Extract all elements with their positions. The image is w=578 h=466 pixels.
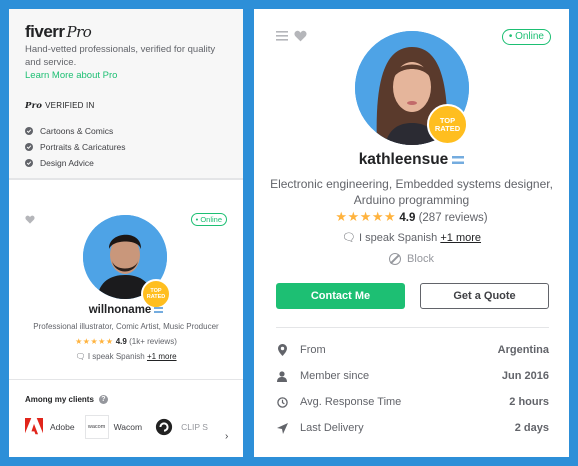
left-panel: fiverr Pro Hand-vetted professionals, ver… bbox=[9, 9, 243, 457]
help-icon[interactable]: ? bbox=[98, 395, 108, 404]
get-a-quote-button[interactable]: Get a Quote bbox=[420, 283, 549, 309]
fiverr-pro-logo: fiverr Pro bbox=[25, 22, 92, 41]
top-rated-badge: TOP RATED bbox=[427, 104, 468, 145]
clients-carousel: Adobe wacom Wacom CLIP S bbox=[25, 415, 218, 439]
check-icon bbox=[25, 159, 33, 167]
verified-item: Design Advice bbox=[25, 158, 94, 168]
client-item: Adobe bbox=[25, 418, 75, 436]
block-button[interactable]: Block bbox=[254, 253, 569, 265]
seller-description: Electronic engineering, Embedded systems… bbox=[270, 177, 553, 207]
online-badge: • Online bbox=[501, 29, 551, 45]
verified-heading: Pro VERIFIED IN bbox=[25, 101, 95, 111]
block-icon bbox=[389, 253, 402, 265]
speech-bubble-icon: 🗨 bbox=[75, 352, 86, 361]
user-icon bbox=[276, 370, 288, 382]
check-icon bbox=[25, 127, 33, 135]
verified-item: Cartoons & Comics bbox=[25, 126, 113, 136]
stat-last-delivery: Last Delivery 2 days bbox=[276, 420, 549, 436]
more-languages-link[interactable]: +1 more bbox=[440, 232, 481, 244]
seller-card-small: • Online TOP RATED willnoname Profession… bbox=[9, 179, 243, 377]
seller-username[interactable]: kathleensue bbox=[254, 151, 569, 169]
star-rating-icon: ★★★★★ bbox=[75, 337, 114, 346]
client-item: wacom Wacom bbox=[84, 415, 142, 439]
stat-member-since: Member since Jun 2016 bbox=[276, 368, 549, 384]
wacom-logo: wacom bbox=[84, 415, 109, 439]
clock-icon bbox=[276, 396, 288, 408]
verified-item: Portraits & Caricatures bbox=[25, 142, 126, 152]
seller-rating: ★★★★★ 4.9 (1k+ reviews) bbox=[75, 337, 177, 346]
seller-languages: 🗨 I speak Spanish +1 more bbox=[75, 352, 177, 361]
stat-response-time: Avg. Response Time 2 hours bbox=[276, 394, 549, 410]
seller-username[interactable]: willnoname bbox=[9, 304, 243, 316]
fiverr-pro-box: fiverr Pro Hand-vetted professionals, ver… bbox=[9, 9, 243, 179]
location-pin-icon bbox=[276, 344, 288, 356]
online-badge: • Online bbox=[190, 213, 227, 226]
more-languages-link[interactable]: +1 more bbox=[147, 352, 177, 361]
contact-me-button[interactable]: Contact Me bbox=[276, 283, 405, 309]
star-rating-icon: ★★★★★ bbox=[335, 209, 397, 224]
argentina-flag-icon bbox=[452, 155, 465, 164]
clients-title: Among my clients? bbox=[25, 395, 108, 404]
send-icon bbox=[276, 422, 288, 434]
stat-from: From Argentina bbox=[276, 342, 549, 358]
learn-more-link[interactable]: Learn More about Pro bbox=[25, 70, 117, 81]
heart-icon[interactable] bbox=[294, 30, 307, 42]
divider bbox=[276, 327, 549, 328]
chevron-right-icon[interactable]: › bbox=[225, 431, 228, 442]
argentina-flag-icon bbox=[154, 306, 164, 313]
seller-rating: ★★★★★ 4.9 (287 reviews) bbox=[335, 209, 488, 224]
client-item: CLIP S bbox=[152, 415, 208, 439]
right-panel: • Online TOP RATED kathleensue Electroni… bbox=[254, 9, 569, 457]
check-icon bbox=[25, 143, 33, 151]
pro-description: Hand-vetted professionals, verified for … bbox=[25, 44, 216, 68]
speech-bubble-icon: 🗨 bbox=[341, 232, 356, 244]
divider bbox=[9, 379, 243, 380]
seller-description: Professional illustrator, Comic Artist, … bbox=[33, 322, 219, 331]
seller-languages: 🗨 I speak Spanish +1 more bbox=[341, 232, 482, 244]
heart-icon[interactable] bbox=[25, 215, 35, 224]
adobe-logo bbox=[25, 418, 43, 435]
clip-studio-logo bbox=[152, 415, 177, 439]
menu-icon[interactable] bbox=[276, 31, 288, 41]
